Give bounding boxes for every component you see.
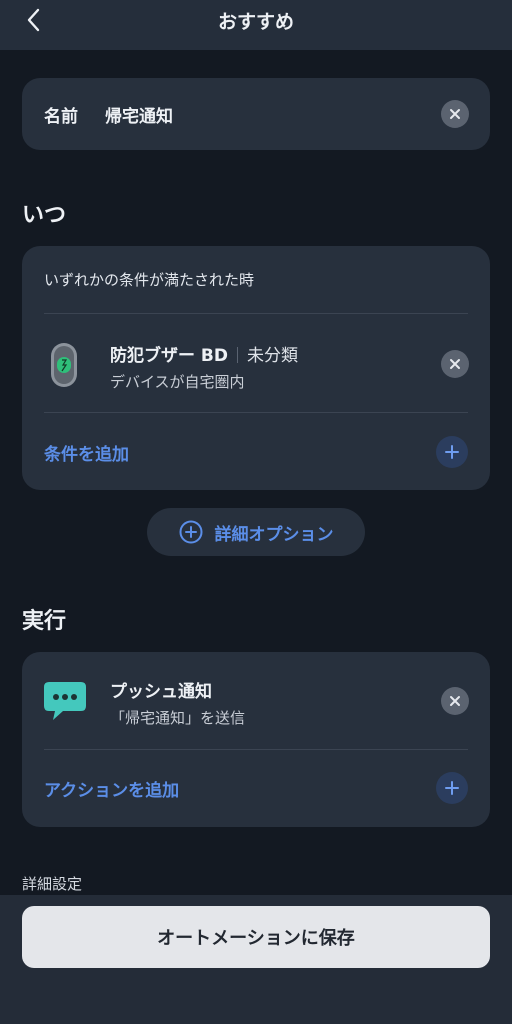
when-section-title: いつ	[22, 203, 67, 228]
close-icon	[450, 696, 460, 706]
clear-name-button[interactable]	[441, 100, 469, 128]
remove-action-button[interactable]	[441, 687, 469, 715]
name-label: 名前	[44, 107, 78, 127]
name-field[interactable]: 名前 帰宅通知	[22, 78, 490, 150]
execute-section-title: 実行	[22, 609, 67, 634]
divider	[44, 313, 468, 314]
action-name: プッシュ通知	[110, 682, 212, 702]
advanced-options-label: 詳細オプション	[214, 524, 334, 545]
condition-description: いずれかの条件が満たされた時	[44, 271, 255, 289]
name-value[interactable]: 帰宅通知	[105, 102, 173, 127]
close-icon	[450, 359, 460, 369]
device-category: 未分類	[247, 346, 298, 366]
device-status: デバイスが自宅圏内	[110, 373, 245, 391]
nav-bar: おすすめ	[0, 0, 512, 50]
when-card: いずれかの条件が満たされた時 防犯ブザー BD 未分類 デバイスが自宅圏内 条件を…	[22, 246, 490, 490]
detail-settings-label: 詳細設定	[22, 875, 83, 893]
chat-bubble-icon	[44, 682, 86, 720]
close-icon	[450, 109, 460, 119]
add-condition-button[interactable]	[436, 436, 468, 468]
action-description: 「帰宅通知」を送信	[110, 709, 246, 727]
buzzer-device-icon	[51, 343, 77, 387]
add-action-link[interactable]: アクションを追加	[44, 776, 179, 801]
device-name: 防犯ブザー BD	[110, 346, 228, 366]
divider	[44, 749, 468, 750]
execute-card: プッシュ通知 「帰宅通知」を送信 アクションを追加	[22, 652, 490, 827]
divider	[44, 412, 468, 413]
plus-icon	[445, 445, 459, 459]
device-title: 防犯ブザー BD 未分類	[110, 341, 298, 366]
plus-icon	[445, 781, 459, 795]
separator	[237, 347, 238, 363]
plus-circle-icon	[179, 520, 202, 544]
remove-condition-button[interactable]	[441, 350, 469, 378]
page-title: おすすめ	[217, 11, 294, 33]
add-condition-link[interactable]: 条件を追加	[44, 440, 129, 465]
save-automation-button[interactable]: オートメーションに保存	[22, 906, 490, 968]
add-action-button[interactable]	[436, 772, 468, 804]
advanced-options-button[interactable]: 詳細オプション	[147, 508, 365, 556]
